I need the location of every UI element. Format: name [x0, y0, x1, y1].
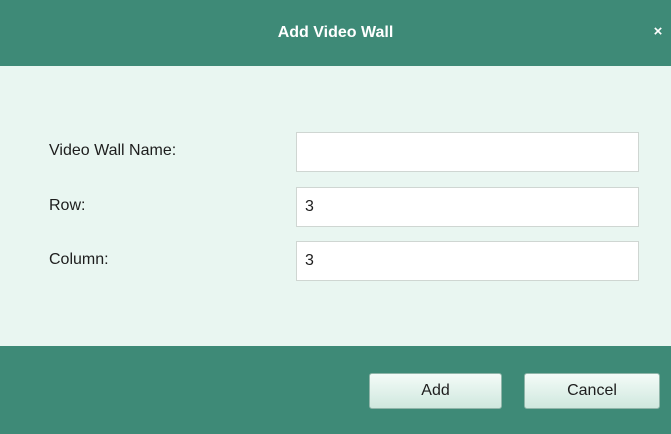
close-icon[interactable]: ×: [651, 22, 665, 42]
dialog-title-bar: Add Video Wall ×: [0, 0, 671, 66]
form-row-column: Column:: [0, 241, 671, 281]
form-row-name: Video Wall Name:: [0, 132, 671, 172]
row-input[interactable]: [296, 187, 639, 227]
column-input[interactable]: [296, 241, 639, 281]
column-label: Column:: [49, 251, 109, 268]
row-label: Row:: [49, 197, 86, 214]
add-video-wall-dialog: Add Video Wall × Video Wall Name: Row: C…: [0, 0, 671, 434]
dialog-footer: Add Cancel: [0, 346, 671, 434]
video-wall-name-label: Video Wall Name:: [49, 142, 177, 159]
dialog-body: Video Wall Name: Row: Column:: [0, 66, 671, 346]
cancel-button[interactable]: Cancel: [524, 373, 660, 409]
dialog-title: Add Video Wall: [277, 24, 394, 41]
add-button[interactable]: Add: [369, 373, 502, 409]
form-row-row: Row:: [0, 187, 671, 227]
video-wall-name-input[interactable]: [296, 132, 639, 172]
